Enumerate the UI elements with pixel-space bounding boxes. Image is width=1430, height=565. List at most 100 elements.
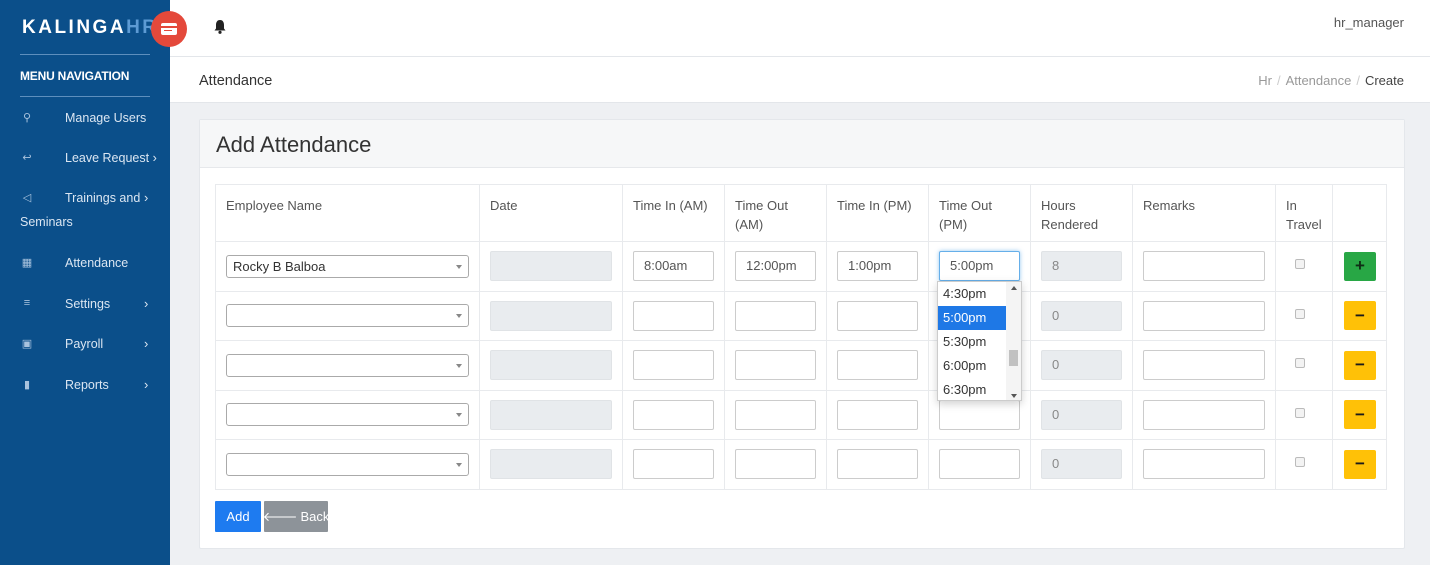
time-out-pm-input[interactable] (939, 449, 1020, 480)
scroll-up-icon[interactable] (1011, 286, 1017, 290)
time-in-am-input[interactable] (633, 449, 714, 480)
in-travel-checkbox[interactable] (1295, 457, 1305, 468)
reply-icon: ↩ (22, 152, 32, 164)
time-in-am-input[interactable] (633, 300, 714, 331)
column-header: Hours Rendered (1030, 184, 1133, 242)
remarks-input[interactable] (1143, 350, 1265, 381)
file-icon: ▮ (23, 379, 31, 391)
in-travel-checkbox[interactable] (1295, 308, 1305, 319)
breadcrumb-separator: / (1276, 73, 1281, 88)
time-in-pm-input[interactable] (837, 350, 918, 381)
time-in-am-input[interactable]: 8:00am (633, 251, 714, 282)
menu-title: MENU NAVIGATION (20, 69, 130, 83)
sidebar-item-label: Reports (65, 378, 109, 392)
remarks-input[interactable] (1143, 449, 1265, 480)
scroll-thumb[interactable] (1009, 350, 1018, 366)
user-menu[interactable]: hr_manager (1334, 15, 1404, 30)
sidebar-item-label: Payroll (65, 337, 104, 351)
column-header: Date (479, 184, 623, 242)
calendar-icon: ▦ (21, 257, 33, 269)
scroll-down-icon[interactable] (1011, 394, 1017, 398)
employee-select[interactable]: Rocky B Balboa (226, 254, 469, 278)
table-row: 0 − (215, 290, 1387, 341)
add-row-button[interactable]: + (1344, 251, 1376, 281)
dropdown-scrollbar[interactable] (1006, 282, 1021, 400)
chevron-right-icon: › (152, 151, 157, 165)
time-in-pm-input[interactable]: 1:00pm (837, 251, 918, 282)
sidebar-item-label: Settings (65, 297, 111, 311)
employee-select[interactable] (226, 353, 469, 377)
employee-select[interactable] (226, 403, 469, 427)
chevron-down-icon (456, 264, 462, 269)
column-header: Time In (PM) (826, 184, 929, 242)
sidebar-item-label: Trainings and (65, 191, 141, 205)
chevron-right-icon: › (144, 336, 149, 351)
column-header: Time In (AM) (622, 184, 725, 242)
time-in-pm-input[interactable] (837, 449, 918, 480)
time-in-pm-input[interactable] (837, 300, 918, 331)
time-out-pm-input[interactable]: 5:00pm (939, 251, 1020, 282)
back-button-label: Back (300, 509, 330, 524)
brand-logo[interactable]: KALINGAHR (0, 0, 170, 56)
remarks-input[interactable] (1143, 251, 1265, 282)
arrow-left-icon: 🡐 (262, 508, 298, 524)
remove-row-button[interactable]: − (1344, 400, 1376, 430)
remarks-input[interactable] (1143, 300, 1265, 331)
table-row: 0 − (215, 439, 1387, 490)
time-in-pm-input[interactable] (837, 399, 918, 430)
time-out-am-input[interactable] (735, 300, 816, 331)
card-title: Add Attendance (216, 132, 372, 157)
time-out-am-input[interactable]: 12:00pm (735, 251, 816, 282)
chevron-right-icon: › (144, 296, 149, 311)
table-row: 0 − (215, 340, 1387, 391)
breadcrumb-hr[interactable]: Hr (1258, 73, 1272, 88)
divider (20, 54, 150, 55)
sidebar-item-label-cont: Seminars (20, 215, 73, 229)
date-field[interactable] (490, 449, 612, 480)
in-travel-checkbox[interactable] (1295, 358, 1305, 369)
dropdown-option-selected[interactable]: 5:00pm (938, 306, 1006, 330)
back-button[interactable]: 🡐 Back (262, 501, 330, 532)
time-in-am-input[interactable] (633, 399, 714, 430)
date-field[interactable] (490, 251, 612, 282)
remove-row-button[interactable]: − (1344, 301, 1376, 331)
time-out-am-input[interactable] (735, 399, 816, 430)
money-icon: ▣ (21, 338, 33, 350)
add-button[interactable]: Add (215, 501, 261, 532)
card-icon[interactable] (151, 11, 187, 47)
chevron-down-icon (456, 314, 462, 319)
chevron-right-icon: › (144, 190, 149, 205)
employee-select[interactable] (226, 452, 469, 476)
dropdown-option[interactable]: 4:30pm (938, 282, 1006, 306)
table-row: 0 − (215, 389, 1387, 440)
column-header: Time Out (AM) (724, 184, 827, 242)
time-out-am-input[interactable] (735, 350, 816, 381)
page-title: Attendance (199, 73, 273, 89)
column-header: Time Out (PM) (928, 184, 1031, 242)
in-travel-checkbox[interactable] (1295, 407, 1305, 418)
date-field[interactable] (490, 399, 612, 430)
remarks-input[interactable] (1143, 399, 1265, 430)
time-out-pm-input[interactable] (939, 399, 1020, 430)
date-field[interactable] (490, 350, 612, 381)
remove-row-button[interactable]: − (1344, 449, 1376, 479)
column-header: Employee Name (215, 184, 480, 242)
bell-icon[interactable] (213, 19, 227, 35)
chevron-down-icon (456, 413, 462, 418)
remove-row-button[interactable]: − (1344, 350, 1376, 380)
time-dropdown-list[interactable]: 4:30pm 5:00pm 5:30pm 6:00pm 6:30pm (937, 281, 1022, 401)
dropdown-option[interactable]: 5:30pm (938, 330, 1006, 354)
divider (20, 96, 150, 97)
breadcrumb: Hr / Attendance / Create (1258, 73, 1404, 88)
card-header: Add Attendance (200, 120, 1404, 168)
table-header-row: Employee Name Date Time In (AM) Time Out… (215, 184, 1387, 242)
date-field[interactable] (490, 300, 612, 331)
time-out-am-input[interactable] (735, 449, 816, 480)
dropdown-option[interactable]: 6:00pm (938, 354, 1006, 378)
employee-select[interactable] (226, 304, 469, 328)
dropdown-option[interactable]: 6:30pm (938, 378, 1006, 400)
breadcrumb-create: Create (1364, 73, 1404, 88)
breadcrumb-attendance[interactable]: Attendance (1286, 73, 1352, 88)
in-travel-checkbox[interactable] (1295, 259, 1305, 270)
time-in-am-input[interactable] (633, 350, 714, 381)
